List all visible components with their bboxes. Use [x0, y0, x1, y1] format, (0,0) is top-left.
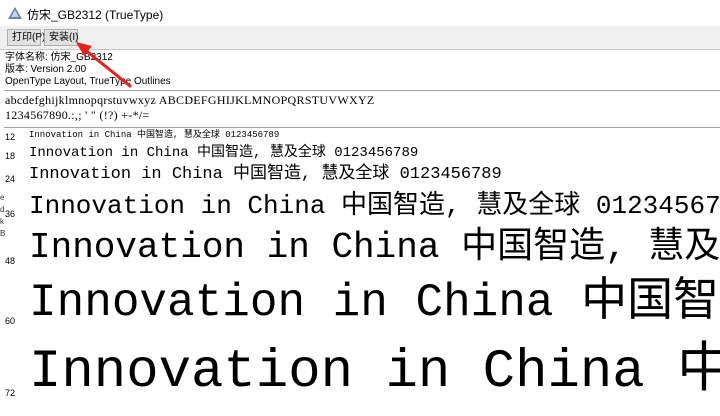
- sample-row: 36 Innovation in China 中国智造, 慧及全球 012345…: [0, 190, 720, 228]
- sample-row: 48 Innovation in China 中国智造, 慧及全球 012345…: [0, 228, 720, 276]
- font-file-icon: [8, 7, 22, 19]
- sample-text: Innovation in China 中国智造, 慧及全球 012345678…: [29, 227, 720, 268]
- size-label: 72: [5, 388, 16, 398]
- title-bar: 仿宋_GB2312 (TrueType): [0, 0, 720, 26]
- sample-row: 72 Innovation in China 中国智造, 慧及全球 012345…: [0, 340, 720, 416]
- digits-punctuation-line: 1234567890.:,; ' " (!?) +-*/=: [5, 108, 150, 122]
- divider: [4, 90, 720, 91]
- size-label: 24: [5, 174, 16, 184]
- font-name-line: 字体名称: 仿宋_GB2312: [5, 52, 113, 63]
- size-label: 12: [5, 132, 16, 142]
- alphabet-line: abcdefghijklmnopqrstuvwxyz ABCDEFGHIJKLM…: [5, 93, 375, 107]
- font-info: 字体名称: 仿宋_GB2312 版本: Version 2.00 OpenTyp…: [5, 52, 171, 88]
- sample-text: Innovation in China 中国智造, 慧及全球 012345678…: [29, 165, 502, 184]
- sample-row: 24 Innovation in China 中国智造, 慧及全球 012345…: [0, 165, 720, 193]
- sample-text: Innovation in China 中国智造, 慧及全球 012345678…: [29, 130, 280, 140]
- size-label: 36: [5, 209, 16, 219]
- font-type-line: OpenType Layout, TrueType Outlines: [5, 76, 171, 87]
- sample-row: 18 Innovation in China 中国智造, 慧及全球 012345…: [0, 145, 720, 167]
- sample-row: 60 Innovation in China 中国智造, 慧及全球 012345…: [0, 278, 720, 340]
- sample-text: Innovation in China 中国智造, 慧及全球 012345678…: [29, 277, 720, 329]
- character-set: abcdefghijklmnopqrstuvwxyz ABCDEFGHIJKLM…: [5, 94, 375, 124]
- font-version-line: 版本: Version 2.00: [5, 64, 87, 75]
- sample-row: 12 Innovation in China 中国智造, 慧及全球 012345…: [0, 130, 720, 144]
- size-label: 60: [5, 316, 16, 326]
- sample-text: Innovation in China 中国智造, 慧及全球 012345678…: [29, 342, 720, 403]
- sample-text: Innovation in China 中国智造, 慧及全球 012345678…: [29, 145, 419, 161]
- print-button[interactable]: 打印(P): [7, 29, 45, 46]
- toolbar: 打印(P) 安装(I): [0, 26, 720, 50]
- size-label: 48: [5, 256, 16, 266]
- install-button[interactable]: 安装(I): [44, 29, 78, 46]
- divider: [4, 127, 720, 128]
- size-label: 18: [5, 151, 16, 161]
- sample-text: Innovation in China 中国智造, 慧及全球 012345678…: [29, 191, 720, 221]
- window-title: 仿宋_GB2312 (TrueType): [27, 8, 164, 22]
